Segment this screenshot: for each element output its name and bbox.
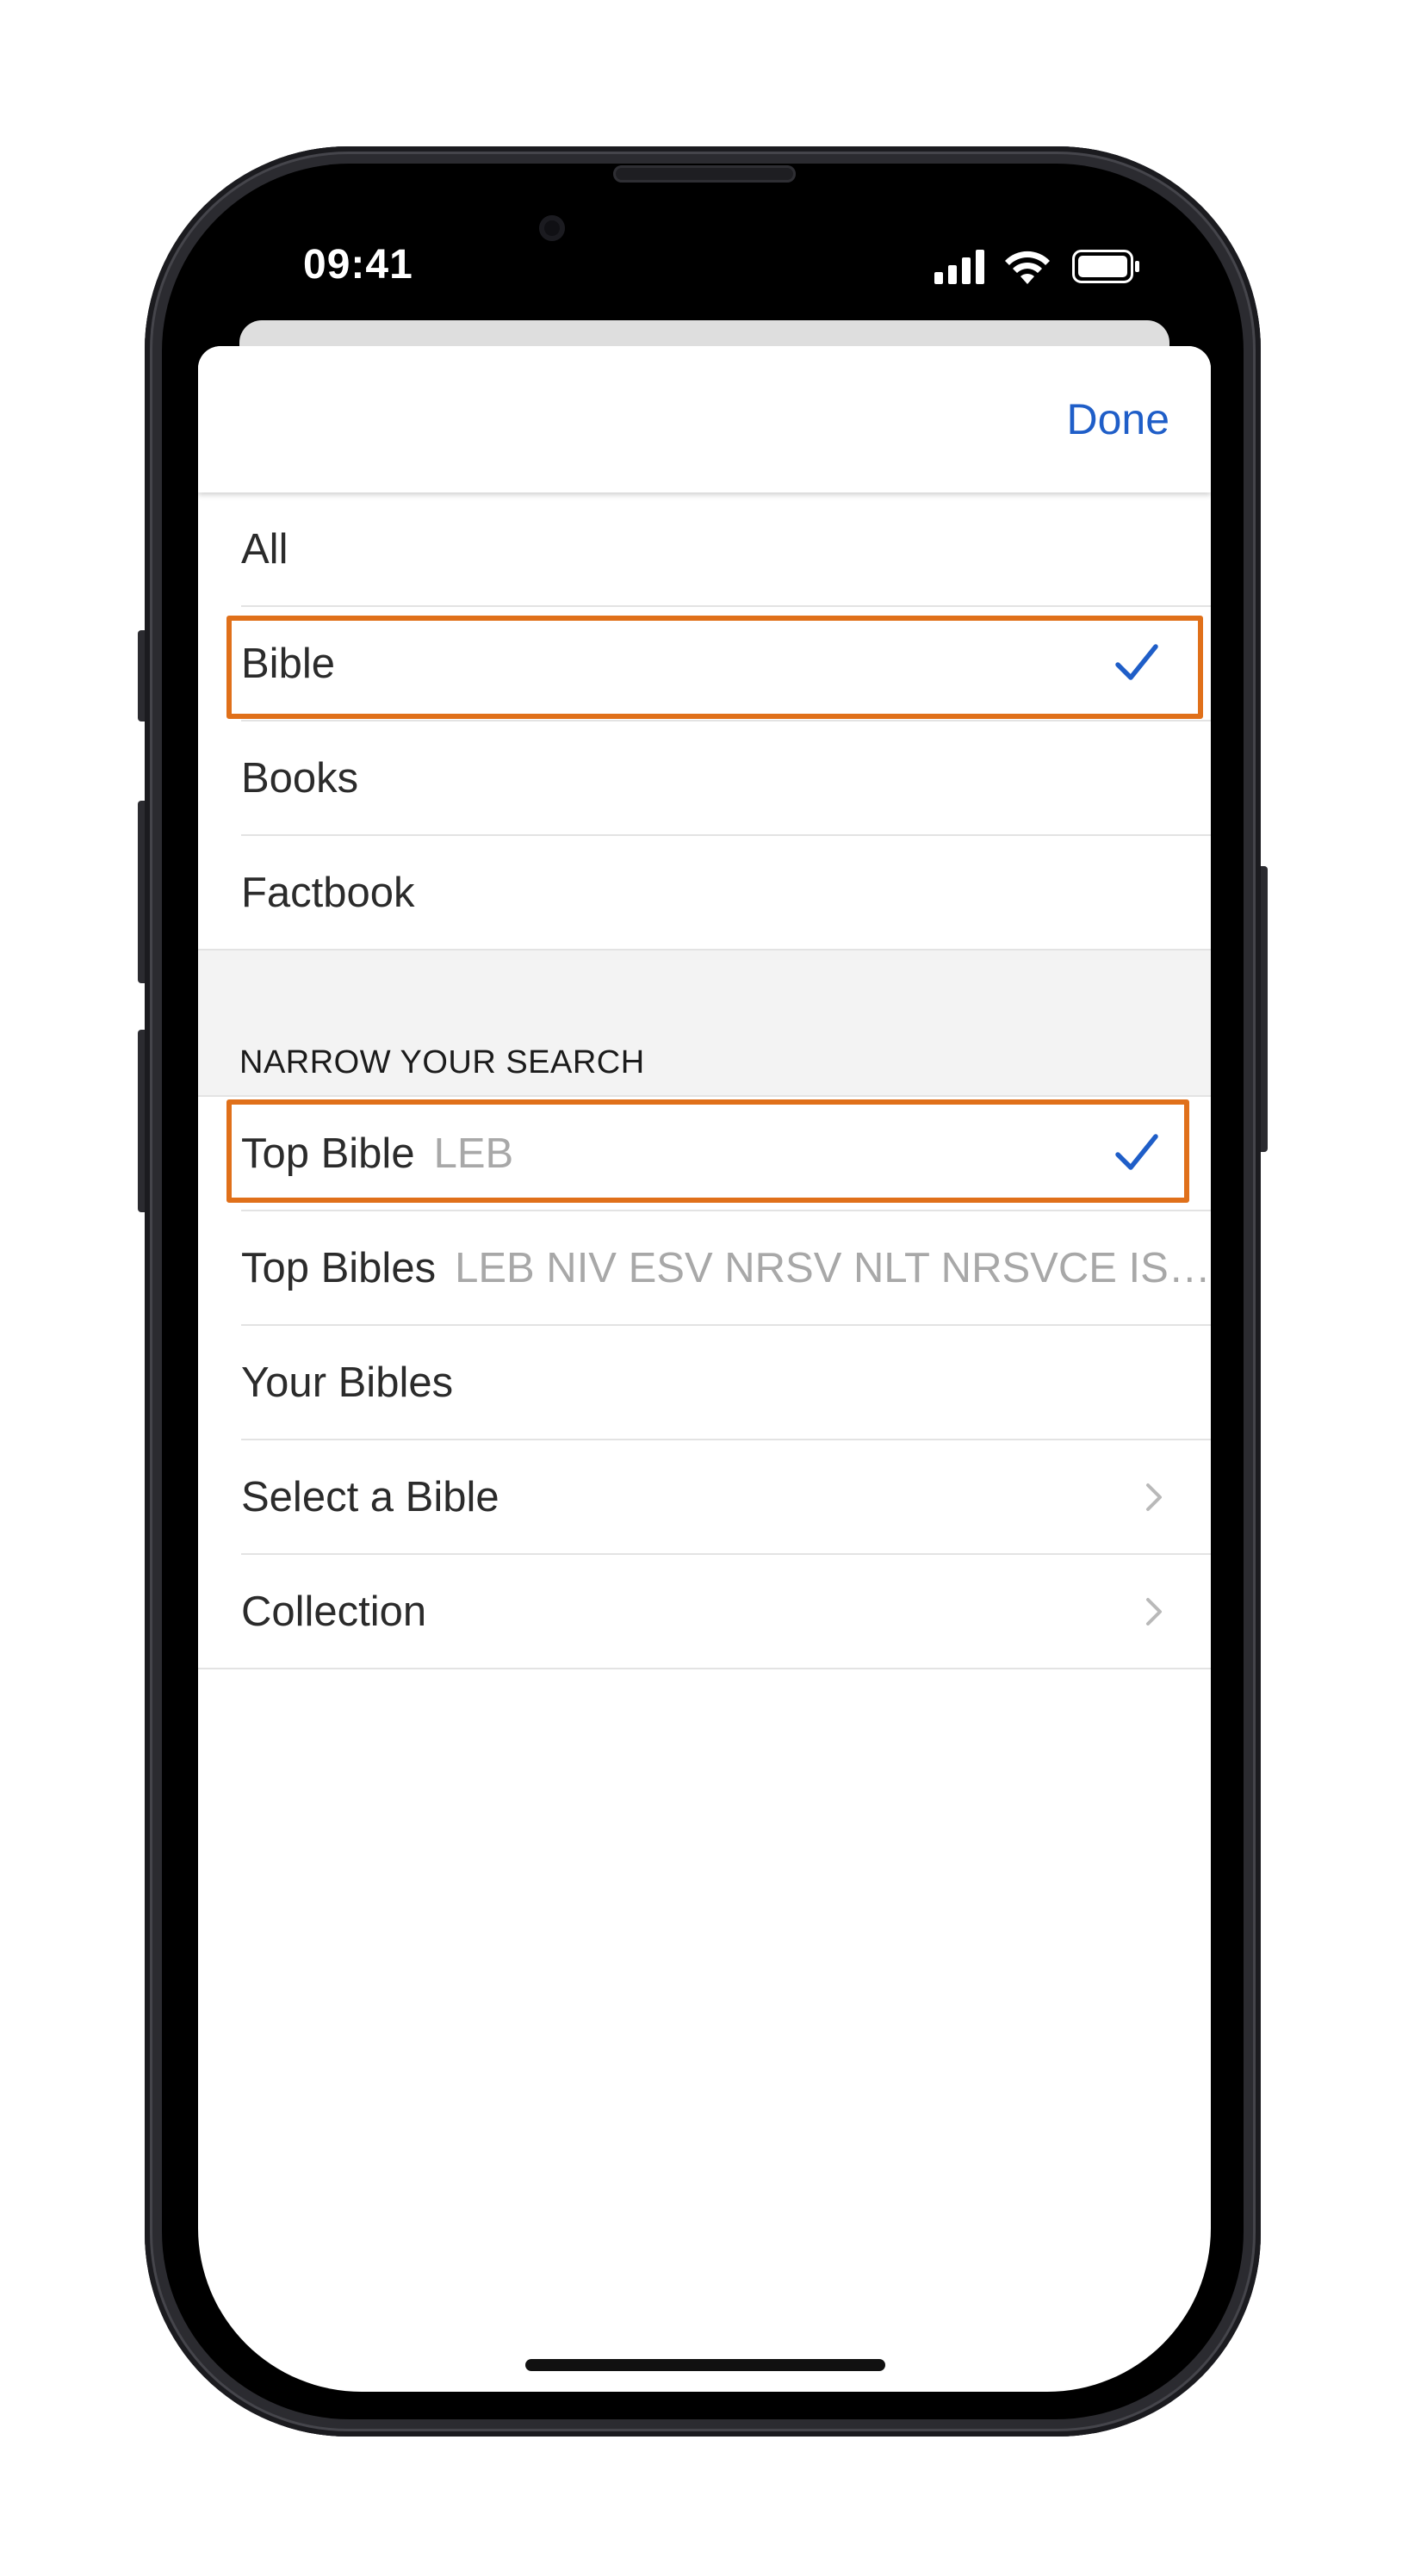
scope-option-label: Books — [241, 755, 359, 802]
narrow-option-label: Select a Bible — [241, 1474, 499, 1520]
narrow-option-title: Top Bible — [241, 1130, 415, 1177]
scope-option-label: Factbook — [241, 870, 415, 916]
narrow-section-header: NARROW YOUR SEARCH — [198, 951, 1211, 1097]
front-camera — [539, 215, 565, 241]
narrow-option-detail: LEB — [433, 1130, 514, 1177]
narrow-option-your-bibles[interactable]: Your Bibles — [198, 1326, 1211, 1440]
narrow-option-collection[interactable]: Collection — [198, 1555, 1211, 1669]
row-divider — [198, 1668, 1211, 1669]
scope-list: All Bible Books Factbook NARROW YOUR SEA… — [198, 492, 1211, 1669]
scope-option-bible[interactable]: Bible — [198, 607, 1211, 721]
checkmark-icon — [1115, 1134, 1158, 1170]
home-indicator — [525, 2359, 885, 2371]
chevron-right-icon — [1146, 1483, 1162, 1511]
earpiece-speaker — [613, 165, 796, 183]
battery-icon — [1072, 250, 1139, 283]
checkmark-icon — [1115, 644, 1158, 680]
narrow-option-select-a-bible[interactable]: Select a Bible — [198, 1440, 1211, 1555]
scope-option-label: Bible — [241, 641, 335, 687]
scope-option-books[interactable]: Books — [198, 721, 1211, 836]
scope-option-all[interactable]: All — [198, 492, 1211, 607]
cellular-signal-icon — [934, 250, 984, 284]
search-scope-sheet: Done All Bible Books Factbook NARROW YOU… — [198, 346, 1211, 2392]
scope-option-factbook[interactable]: Factbook — [198, 836, 1211, 951]
status-icons — [934, 246, 1141, 286]
narrow-option-label: Your Bibles — [241, 1359, 454, 1406]
wifi-icon — [1005, 251, 1050, 284]
narrow-option-top-bibles[interactable]: Top Bibles LEB NIV ESV NRSV NLT NRSVCE IS… — [198, 1211, 1211, 1326]
sheet-header: Done — [198, 346, 1211, 492]
screenshot-stage: 09:41 Done All Bible Books Factbook NARR… — [0, 0, 1402, 2576]
done-button[interactable]: Done — [1066, 389, 1169, 449]
scope-option-label: All — [241, 526, 288, 573]
section-title: NARROW YOUR SEARCH — [239, 1044, 645, 1081]
narrow-option-title: Top Bibles — [241, 1245, 437, 1291]
status-icons-svg — [934, 250, 1139, 284]
status-time: 09:41 — [303, 242, 413, 288]
narrow-option-label: Top Bible LEB — [241, 1097, 513, 1211]
narrow-option-label: Top Bibles LEB NIV ESV NRSV NLT NRSVCE IS… — [241, 1211, 1211, 1326]
chevron-right-icon — [1146, 1598, 1162, 1625]
narrow-option-top-bible[interactable]: Top Bible LEB — [198, 1097, 1211, 1211]
narrow-option-label: Collection — [241, 1588, 427, 1635]
narrow-option-detail: LEB NIV ESV NRSV NLT NRSVCE IS… — [455, 1245, 1211, 1291]
